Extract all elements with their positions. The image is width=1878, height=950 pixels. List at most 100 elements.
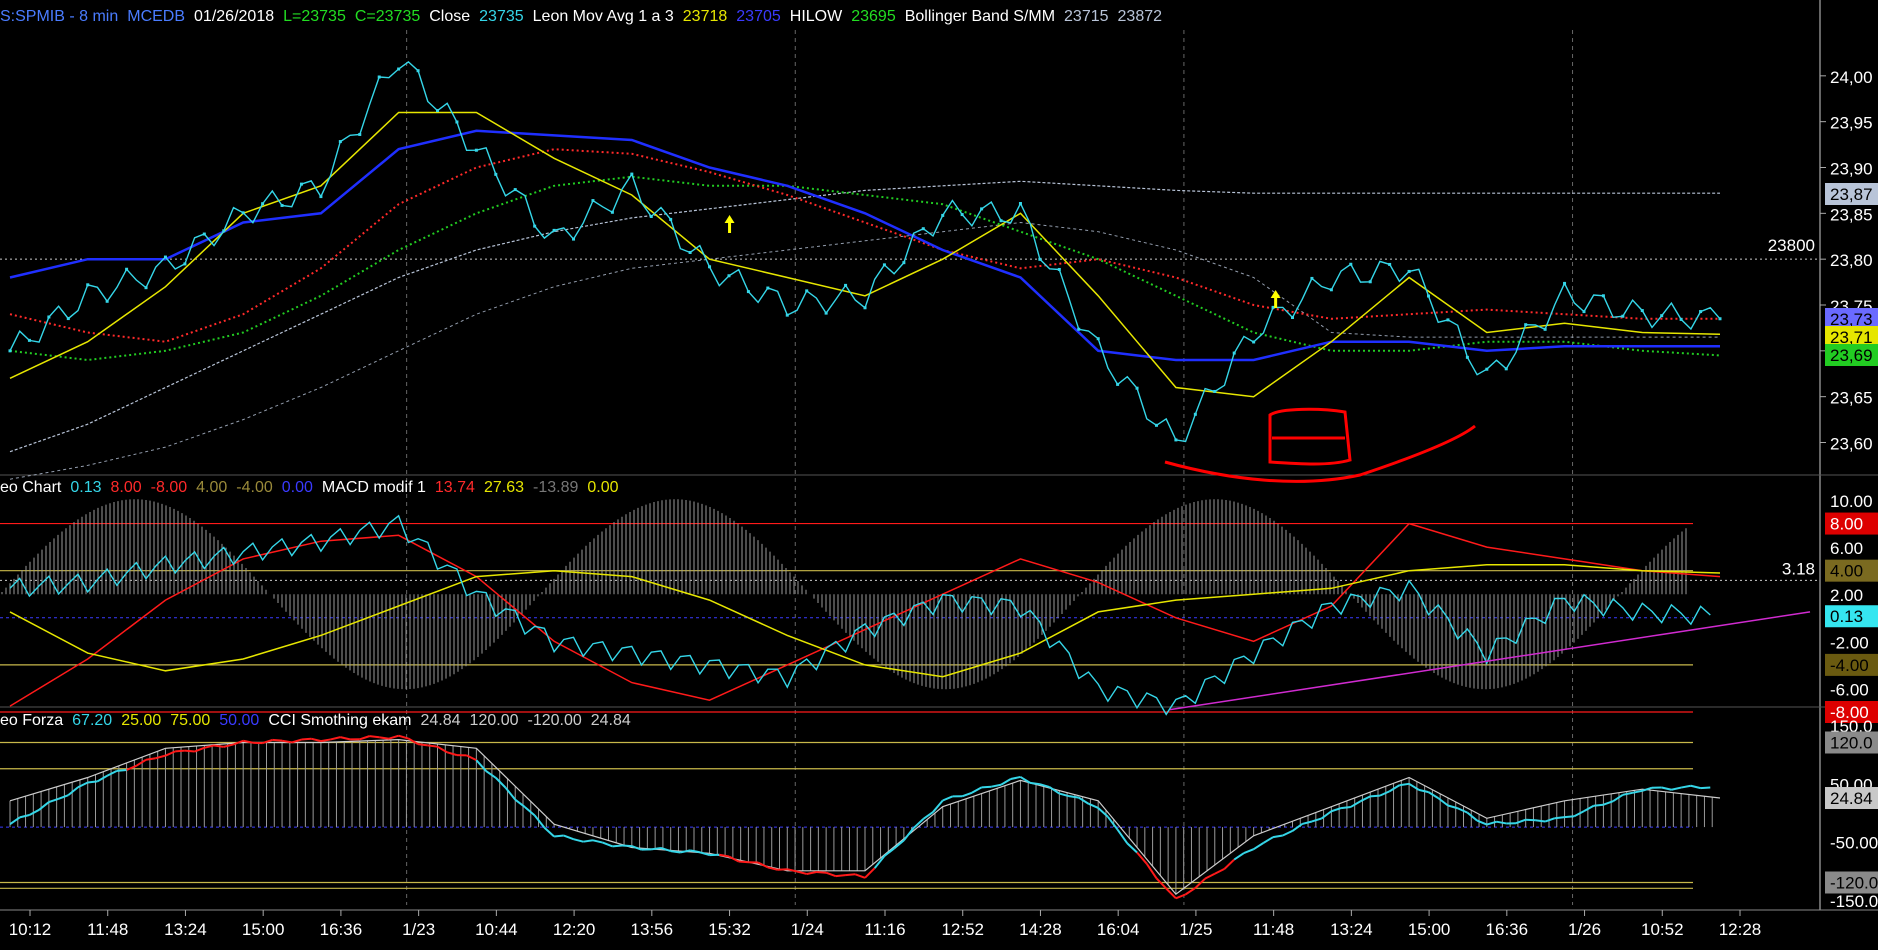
chart-canvas: 24,0023,9523,9023,8523,8023,7523,7023,65…: [0, 0, 1878, 950]
close-price-point: [513, 188, 517, 192]
close-price-point: [552, 228, 556, 232]
cci-y-tick-label: -150.0: [1830, 892, 1878, 911]
close-price-point: [630, 172, 634, 176]
header-item: 24.84: [420, 712, 461, 729]
close-price-point: [1601, 294, 1605, 298]
header-item: -120.00: [527, 712, 582, 729]
cci-line-segment: [175, 749, 185, 753]
header-item: 0.00: [281, 479, 313, 496]
header-item: 8.00: [110, 479, 142, 496]
header-item: 25.00: [121, 712, 162, 729]
macd-value-box-label: 4.00: [1830, 562, 1863, 581]
close-price-point: [1699, 310, 1703, 314]
close-price-point: [1291, 316, 1294, 320]
close-price-point: [727, 274, 731, 278]
header-item: 23695: [851, 8, 896, 25]
close-price-point: [1485, 367, 1489, 371]
time-axis-label: 11:16: [864, 920, 905, 939]
macd-y-tick-label: 6.00: [1830, 539, 1863, 558]
cci-y-tick-label: -50.00: [1830, 834, 1878, 853]
close-price-point: [280, 203, 284, 207]
cci-line-segment: [1399, 782, 1410, 787]
close-price-point: [1349, 262, 1353, 266]
close-price-point: [1368, 280, 1372, 284]
header-item: 4.00: [196, 479, 228, 496]
close-price-point: [1154, 423, 1158, 427]
header-item: MACD modif 1: [321, 479, 426, 496]
close-price-point: [572, 237, 576, 241]
price-y-tick-label: 23,90: [1830, 160, 1873, 179]
cci-line-segment: [427, 744, 438, 748]
cci-line-segment: [777, 868, 788, 871]
cci-line-segment: [553, 834, 564, 838]
close-price-point: [183, 262, 187, 266]
close-price-point: [377, 75, 381, 79]
close-price-point: [1446, 318, 1450, 322]
time-axis-label: 1/25: [1179, 920, 1212, 939]
close-price-point: [1057, 267, 1061, 271]
close-price-point: [1116, 382, 1120, 386]
macd-value-box-label: -4.00: [1830, 656, 1869, 675]
close-price-point: [1271, 305, 1275, 309]
time-axis-label: 12:20: [553, 920, 596, 939]
time-axis-label: 16:36: [1486, 920, 1529, 939]
cci-value-box-label: 24.84: [1830, 789, 1873, 808]
price-y-tick-label: 24,00: [1830, 68, 1873, 87]
close-price-point: [882, 263, 886, 267]
time-axis-label: 12:52: [941, 920, 984, 939]
close-price-point: [649, 214, 653, 218]
close-price-point: [416, 69, 420, 73]
close-price-point: [1096, 337, 1100, 341]
close-price-point: [436, 109, 439, 113]
close-price-point: [455, 120, 459, 124]
reference-line-label: 23800: [1768, 236, 1815, 255]
close-price-point: [474, 148, 478, 152]
macd-y-tick-label: -2.00: [1830, 633, 1869, 652]
close-price-point: [202, 232, 206, 236]
cci-line-segment: [981, 785, 992, 789]
time-axis-label: 13:24: [164, 920, 207, 939]
header-item: CCI Smothing ekam: [268, 712, 412, 729]
macd-value-box-label: 8.00: [1830, 515, 1863, 534]
close-price-point: [1621, 314, 1625, 318]
cci-line-segment: [213, 744, 224, 748]
header-item: C=23735: [354, 8, 421, 25]
close-price-point: [533, 224, 537, 228]
time-axis-label: 1/24: [791, 920, 824, 939]
price-y-tick-label: 23,65: [1830, 389, 1873, 408]
close-price-point: [319, 195, 323, 199]
header-item: L=23735: [283, 8, 346, 25]
cci-line-segment: [272, 738, 283, 742]
cci-panel-header: eo Forza 67.20 25.00 75.00 50.00 CCI Smothing…: [0, 712, 640, 730]
close-price-point: [144, 286, 148, 290]
cci-line-segment: [738, 860, 749, 864]
price-y-tick-label: 23,60: [1830, 435, 1873, 454]
cci-line-segment: [845, 873, 856, 877]
close-price-point: [1563, 281, 1567, 285]
price-value-box-label: 23,69: [1830, 346, 1873, 365]
cci-line-segment: [1593, 803, 1604, 807]
header-item: 0.00: [587, 479, 619, 496]
close-price-point: [708, 265, 712, 269]
macd-y-tick-label: 10.00: [1830, 492, 1873, 511]
time-axis-label: 11:48: [1253, 920, 1294, 939]
time-axis-label: 15:00: [242, 920, 285, 939]
close-price-point: [1407, 269, 1411, 273]
close-price-point: [805, 289, 809, 293]
time-axis-label: 14:28: [1019, 920, 1062, 939]
close-price-point: [1524, 323, 1528, 327]
close-price-point: [591, 199, 595, 203]
header-item: 23705: [736, 8, 781, 25]
close-price-point: [1465, 355, 1469, 359]
cci-line-segment: [1554, 816, 1565, 820]
header-item: Leon Mov Avg 1 a 3: [532, 8, 674, 25]
close-price-point: [902, 261, 906, 265]
time-axis-label: 10:52: [1641, 920, 1684, 939]
cci-line-segment: [1700, 786, 1711, 790]
close-price-point: [1329, 288, 1333, 292]
cci-line-segment: [1340, 805, 1351, 810]
cci-line-segment: [1525, 818, 1536, 822]
close-price-point: [241, 211, 245, 215]
close-price-point: [299, 182, 303, 186]
cci-line-segment: [1535, 819, 1546, 823]
